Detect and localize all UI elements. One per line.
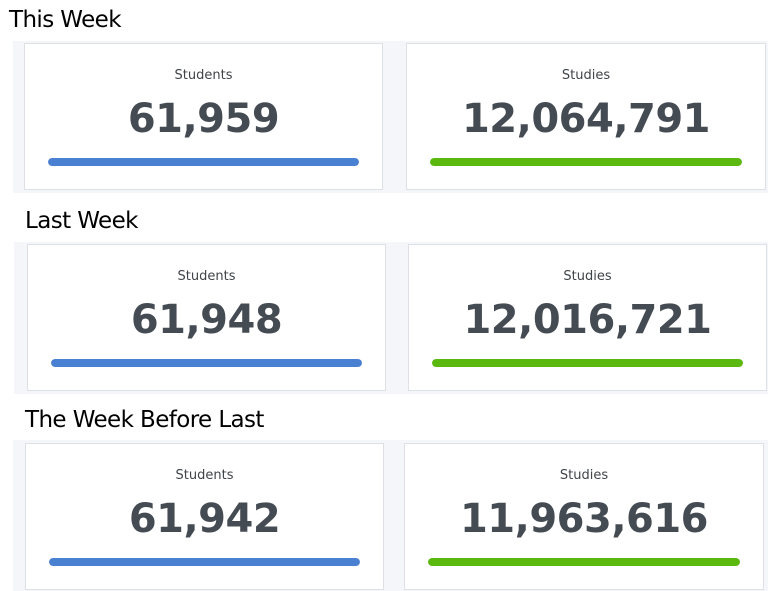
students-progress-fill [49, 558, 360, 566]
studies-card: Studies 12,016,721 [408, 244, 767, 391]
students-progress-bar [51, 359, 362, 367]
studies-progress-bar [428, 558, 740, 566]
section-panel-this-week: Students 61,959 Studies 12,064,791 [13, 41, 768, 193]
students-value: 61,942 [128, 496, 281, 542]
studies-progress-fill [428, 558, 740, 566]
studies-progress-bar [430, 158, 742, 166]
studies-label: Studies [561, 68, 611, 83]
studies-label: Studies [563, 269, 612, 284]
students-value: 61,959 [127, 96, 280, 142]
studies-label: Studies [559, 468, 609, 483]
studies-value: 12,064,791 [461, 96, 711, 142]
students-card: Students 61,959 [24, 43, 383, 190]
studies-progress-bar [432, 359, 743, 367]
section-title-week-before-last: The Week Before Last [25, 407, 264, 433]
studies-value: 11,963,616 [459, 496, 709, 542]
students-label: Students [174, 68, 233, 83]
section-panel-week-before-last: Students 61,942 Studies 11,963,616 [13, 440, 768, 591]
students-card: Students 61,948 [27, 244, 386, 391]
students-progress-fill [48, 158, 359, 166]
studies-card: Studies 11,963,616 [404, 443, 764, 590]
students-progress-bar [48, 158, 359, 166]
section-panel-last-week: Students 61,948 Studies 12,016,721 [14, 242, 768, 394]
studies-progress-fill [432, 359, 743, 367]
studies-card: Studies 12,064,791 [406, 43, 766, 190]
studies-value: 12,016,721 [463, 297, 712, 343]
students-progress-fill [51, 359, 362, 367]
section-title-last-week: Last Week [25, 208, 138, 234]
students-label: Students [177, 269, 236, 284]
section-title-this-week: This Week [9, 7, 122, 33]
studies-progress-fill [430, 158, 742, 166]
students-label: Students [175, 468, 234, 483]
students-progress-bar [49, 558, 360, 566]
students-card: Students 61,942 [25, 443, 384, 590]
students-value: 61,948 [130, 297, 283, 343]
